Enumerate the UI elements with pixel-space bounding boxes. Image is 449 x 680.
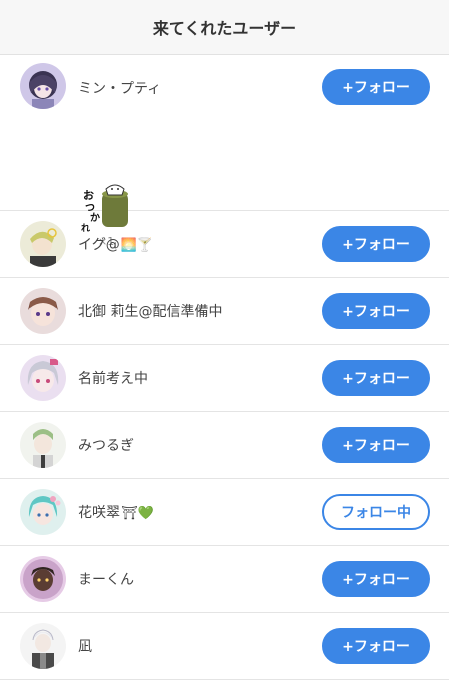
follow-button[interactable]: +フォロー (322, 293, 430, 329)
list-item-user-3[interactable]: 名前考え中 +フォロー (0, 345, 449, 412)
list-item-user-5[interactable]: 花咲翠⛩💚 フォロー中 (0, 479, 449, 546)
user-name[interactable]: 花咲翠⛩💚 (78, 502, 154, 522)
follow-button[interactable]: +フォロー (322, 628, 430, 664)
avatar-illustration (20, 221, 66, 267)
list-item-user-4[interactable]: みつるぎ +フォロー (0, 412, 449, 479)
avatar[interactable] (20, 355, 66, 401)
page-title: 来てくれたユーザー (152, 19, 297, 38)
user-name[interactable]: 北御 莉生@配信準備中 (78, 301, 222, 321)
avatar-illustration (20, 556, 66, 602)
user-name[interactable]: イグ@🌅🍸 (78, 234, 153, 254)
list-item-user-6[interactable]: まーくん +フォロー (0, 546, 449, 613)
user-name[interactable]: 凪 (78, 636, 92, 656)
avatar-illustration (20, 288, 66, 334)
user-name[interactable]: みつるぎ (78, 435, 134, 455)
follow-button[interactable]: +フォロー (322, 69, 430, 105)
avatar[interactable] (20, 556, 66, 602)
svg-text:お: お (83, 189, 94, 202)
follow-button[interactable]: +フォロー (322, 427, 430, 463)
user-name[interactable]: 名前考え中 (78, 368, 148, 388)
avatar[interactable] (20, 63, 66, 109)
avatar-illustration (20, 422, 66, 468)
follow-button[interactable]: +フォロー (322, 226, 430, 262)
user-name[interactable]: ミン・プティ (78, 78, 161, 98)
list-item-user-0[interactable]: ミン・プティ +フォロー お つ か れ ×1 (0, 55, 449, 248)
list-item-user-7[interactable]: 凪 +フォロー (0, 613, 449, 680)
avatar[interactable] (20, 489, 66, 535)
avatar[interactable] (20, 623, 66, 669)
list-item-user-2[interactable]: 北御 莉生@配信準備中 +フォロー (0, 278, 449, 345)
list-item-user-1[interactable]: イグ@🌅🍸 +フォロー (0, 211, 449, 278)
avatar-illustration (20, 355, 66, 401)
avatar-illustration (20, 623, 66, 669)
avatar[interactable] (20, 221, 66, 267)
following-button[interactable]: フォロー中 (322, 494, 430, 530)
follow-button[interactable]: +フォロー (322, 360, 430, 396)
follow-button[interactable]: +フォロー (322, 561, 430, 597)
avatar-illustration (20, 489, 66, 535)
avatar-illustration (20, 63, 66, 109)
avatar[interactable] (20, 288, 66, 334)
page-header: 来てくれたユーザー (0, 0, 449, 55)
avatar[interactable] (20, 422, 66, 468)
user-name[interactable]: まーくん (78, 569, 134, 589)
